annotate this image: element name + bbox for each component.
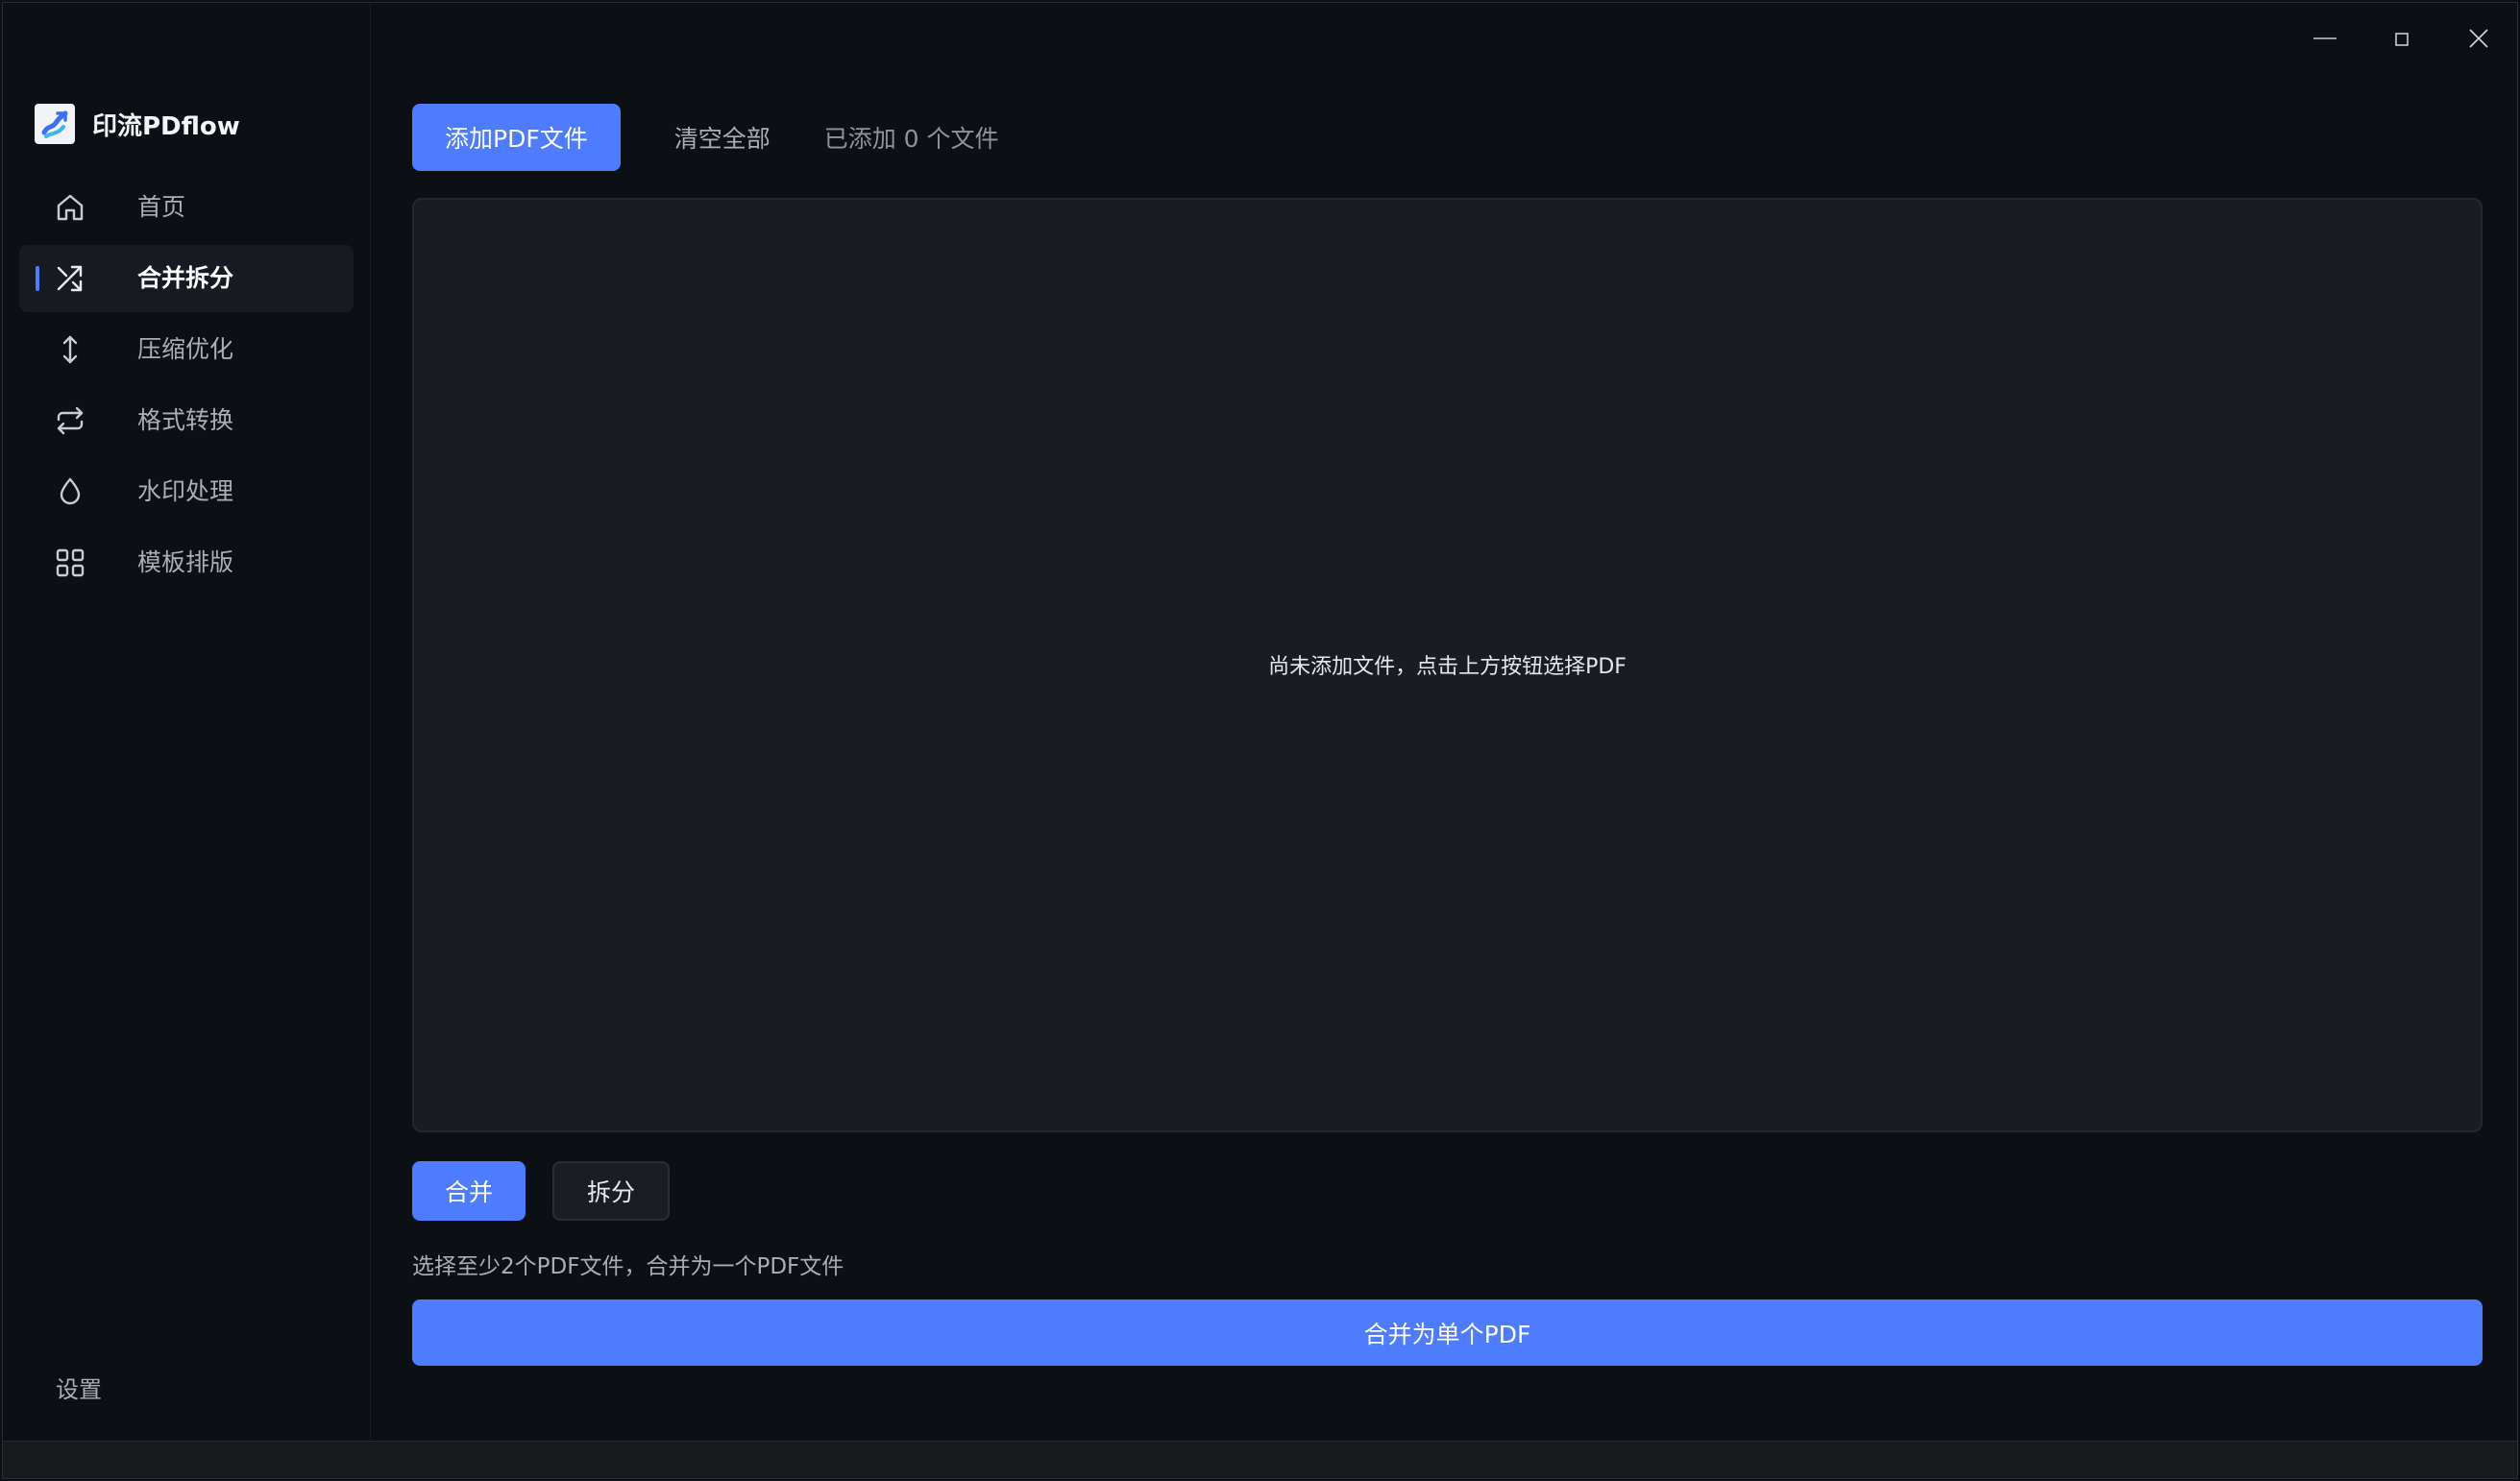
home-icon (53, 190, 87, 225)
toolbar: 添加PDF文件 清空全部 已添加 0 个文件 (412, 104, 999, 171)
sidebar-item-label: 首页 (137, 193, 186, 221)
sidebar-item-merge-split[interactable]: 合并拆分 (19, 245, 354, 312)
split-mode-button[interactable]: 拆分 (552, 1161, 671, 1221)
sidebar-item-watermark[interactable]: 水印处理 (19, 458, 354, 525)
app-window: 印流PDflow 首页 合并拆分 压缩优化 格式转换 水印处理 模板排版 设置 … (2, 2, 2518, 1479)
shuffle-icon (53, 261, 87, 296)
brand: 印流PDflow (35, 104, 240, 144)
sidebar-item-home[interactable]: 首页 (19, 174, 354, 241)
merge-submit-button[interactable]: 合并为单个PDF (412, 1299, 2483, 1366)
sidebar-nav: 首页 合并拆分 压缩优化 格式转换 水印处理 模板排版 (19, 174, 354, 600)
empty-state-text: 尚未添加文件，点击上方按钮选择PDF (1268, 654, 1627, 679)
mode-hint-text: 选择至少2个PDF文件，合并为一个PDF文件 (412, 1254, 844, 1279)
vertical-arrows-icon (53, 332, 87, 367)
settings-link[interactable]: 设置 (56, 1371, 102, 1404)
sidebar-item-label: 压缩优化 (137, 335, 234, 363)
sidebar-item-label: 水印处理 (137, 477, 234, 505)
sidebar-item-template[interactable]: 模板排版 (19, 529, 354, 596)
sidebar-item-label: 格式转换 (137, 406, 234, 434)
sidebar-item-convert[interactable]: 格式转换 (19, 387, 354, 454)
repeat-icon (53, 403, 87, 438)
file-count-text: 已添加 0 个文件 (823, 125, 999, 153)
mode-toggle: 合并 拆分 (412, 1161, 671, 1221)
sidebar: 印流PDflow 首页 合并拆分 压缩优化 格式转换 水印处理 模板排版 设置 (3, 3, 371, 1440)
app-name: 印流PDflow (92, 111, 240, 141)
droplet-icon (53, 474, 87, 509)
add-pdf-button[interactable]: 添加PDF文件 (412, 104, 621, 171)
active-indicator (36, 266, 39, 291)
sidebar-item-label: 合并拆分 (137, 264, 234, 292)
file-list-area[interactable]: 尚未添加文件，点击上方按钮选择PDF (412, 198, 2483, 1132)
merge-mode-button[interactable]: 合并 (412, 1161, 526, 1221)
main-content: 添加PDF文件 清空全部 已添加 0 个文件 尚未添加文件，点击上方按钮选择PD… (412, 3, 2483, 1440)
logo-icon (41, 110, 68, 138)
clear-all-button[interactable]: 清空全部 (674, 120, 771, 155)
grid-icon (53, 546, 87, 580)
status-bar (3, 1441, 2517, 1478)
sidebar-item-compress[interactable]: 压缩优化 (19, 316, 354, 383)
app-logo (35, 104, 75, 144)
sidebar-item-label: 模板排版 (137, 548, 234, 576)
